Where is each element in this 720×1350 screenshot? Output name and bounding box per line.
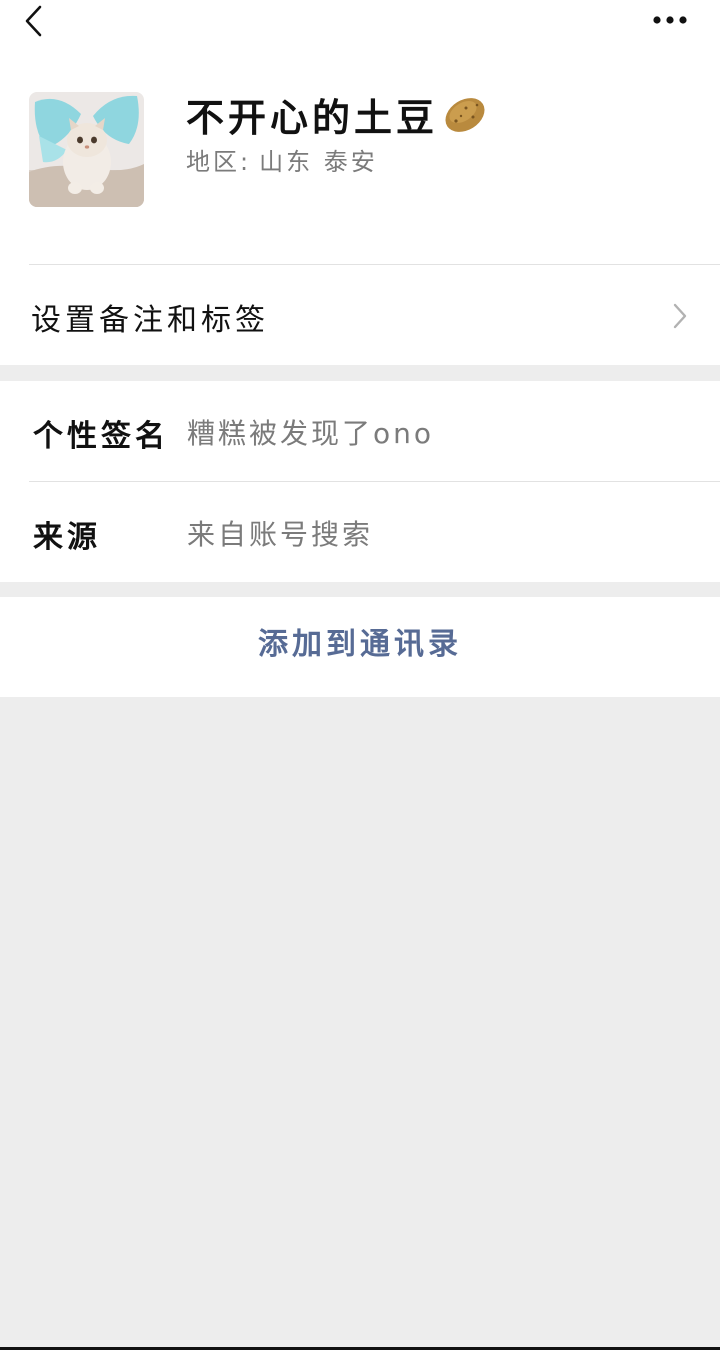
region-value: 山东 泰安	[259, 148, 378, 176]
info-section: 个性签名 糟糕被发现了ono 来源 来自账号搜索	[0, 381, 720, 582]
source-label: 来源	[33, 520, 101, 555]
more-button[interactable]	[646, 4, 694, 36]
avatar[interactable]	[29, 92, 144, 207]
region-info: 地区: 山东 泰安	[186, 142, 378, 177]
add-to-contacts-button[interactable]: 添加到通讯录	[0, 597, 720, 697]
source-value: 来自账号搜索	[187, 518, 374, 551]
nickname: 不开心的土豆	[186, 95, 439, 140]
signature-value: 糟糕被发现了ono	[187, 417, 435, 450]
add-to-contacts-label: 添加到通讯录	[258, 627, 462, 662]
region-label: 地区:	[186, 148, 252, 176]
potato-emoji-icon	[445, 98, 485, 132]
back-button[interactable]	[18, 2, 54, 40]
chevron-left-icon	[25, 5, 42, 37]
profile-header: 不开心的土豆 地区: 山东 泰安 设置备注和标签	[0, 0, 720, 365]
nickname-row: 不开心的土豆	[186, 88, 488, 140]
cat-avatar-image	[29, 92, 144, 207]
signature-row: 个性签名 糟糕被发现了ono	[0, 381, 720, 482]
more-dots-icon	[653, 16, 687, 24]
signature-label: 个性签名	[33, 419, 169, 454]
chevron-right-icon	[673, 303, 687, 329]
remark-row-label: 设置备注和标签	[31, 303, 269, 338]
set-remark-and-tags-row[interactable]: 设置备注和标签	[0, 265, 720, 365]
source-row: 来源 来自账号搜索	[0, 482, 720, 582]
